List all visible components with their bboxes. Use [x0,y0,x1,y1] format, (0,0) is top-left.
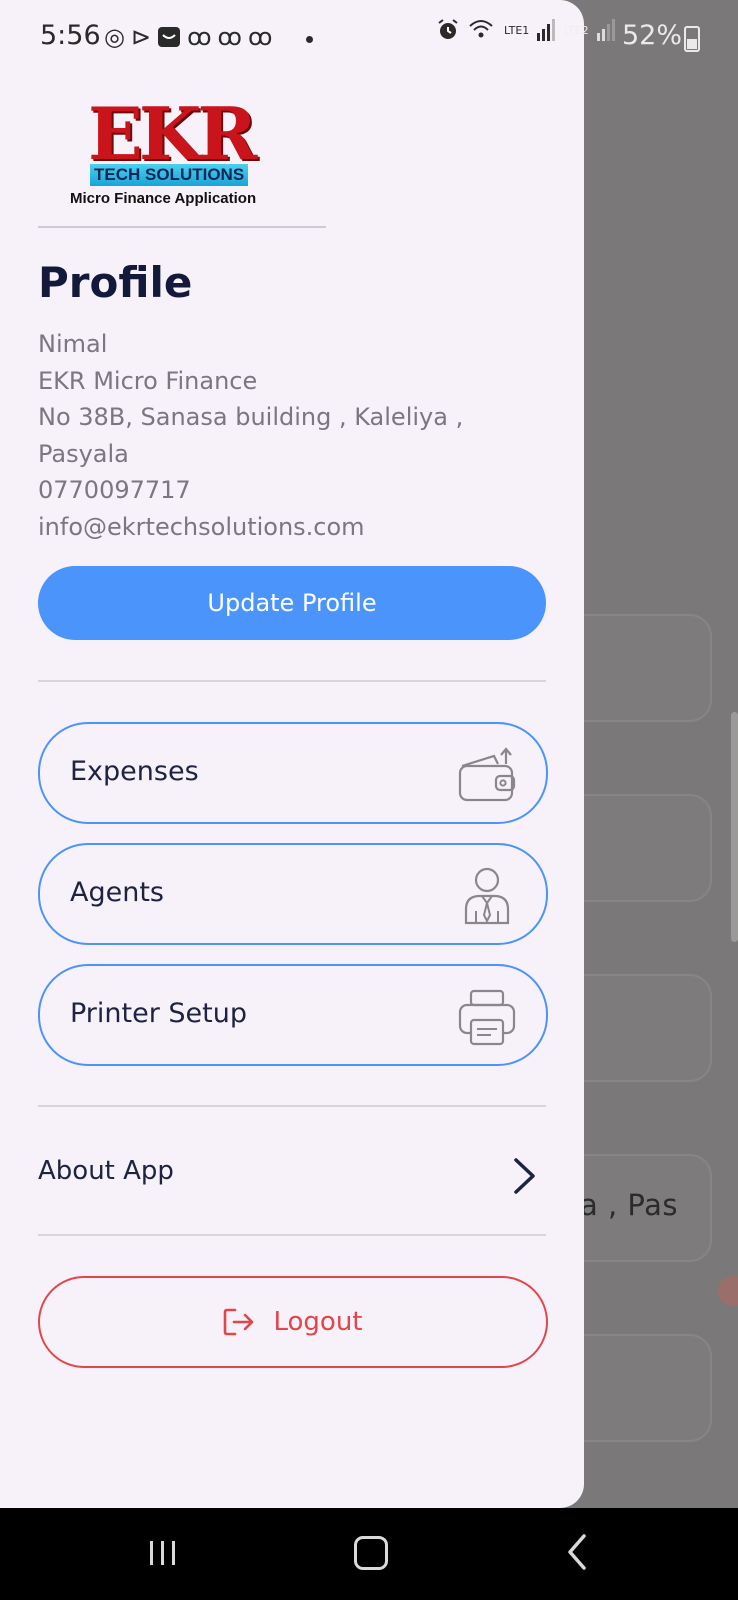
agent-icon [464,867,510,925]
profile-email: info@ekrtechsolutions.com [38,512,365,541]
app-logo: EKR TECH SOLUTIONS Micro Finance Applica… [66,94,286,212]
signal-lte2-icon: LTE2 [563,25,588,36]
logo-divider [38,226,326,228]
logout-icon [224,1308,254,1336]
menu-item-label: Printer Setup [70,998,247,1029]
about-app-item[interactable]: About App [38,1150,546,1210]
profile-address-line1: No 38B, Sanasa building , Kaleliya , [38,403,464,431]
more-notifications-dot [306,36,313,43]
profile-phone: 0770097717 [38,476,191,504]
profile-title: Profile [38,258,193,307]
about-app-label: About App [38,1156,174,1186]
profile-address-line2: Pasyala [38,439,129,468]
logout-button[interactable]: Logout [38,1276,548,1368]
divider [38,1105,546,1107]
profile-details: Nimal EKR Micro Finance No 38B, Sanasa b… [38,326,538,545]
lte1-label: LTE1 [504,23,530,37]
signal-bars-icon [596,19,615,41]
sms-icon [158,27,181,47]
navigation-drawer: EKR TECH SOLUTIONS Micro Finance Applica… [0,0,584,1508]
background-scrollbar [731,712,738,942]
logout-label: Logout [273,1307,363,1337]
status-bar: 5:56 ◎ ⊳ ꝏ ꝏ ꝏ LTE1 LTE2 52% [0,0,738,76]
lte2-label: LTE2 [563,23,589,37]
wifi-icon [469,20,493,38]
battery-percent: 52% [622,20,683,51]
link-icon: ꝏ [187,23,212,51]
wallet-icon [458,747,516,802]
logo-subtitle: Micro Finance Application [70,190,257,207]
chevron-right-icon [514,1158,535,1194]
signal-bars-icon [537,19,556,41]
menu-item-agents[interactable]: Agents [38,843,548,945]
profile-name: Nimal [38,330,108,358]
whatsapp-icon: ◎ [104,23,125,51]
status-time: 5:56 [40,20,101,51]
menu-item-printer-setup[interactable]: Printer Setup [38,964,548,1066]
update-profile-button[interactable]: Update Profile [38,566,546,640]
home-icon[interactable] [354,1536,388,1570]
menu-item-label: Agents [70,877,164,908]
divider [38,1234,546,1236]
divider [38,680,546,682]
notification-icons: ◎ ⊳ ꝏ ꝏ ꝏ [104,22,272,52]
background-partial-text: a , Pas [580,1188,678,1222]
link-icon: ꝏ [217,23,242,51]
recents-icon[interactable] [148,1538,178,1568]
alarm-icon [438,19,458,39]
system-icons: LTE1 LTE2 [436,18,615,42]
play-icon: ⊳ [130,23,152,51]
signal-lte1-icon: LTE1 [504,25,529,36]
battery-icon [684,26,700,52]
menu-item-expenses[interactable]: Expenses [38,722,548,824]
background-fab [718,1276,738,1306]
system-nav-bar [0,1508,738,1600]
back-icon[interactable] [566,1532,588,1572]
menu-item-label: Expenses [70,756,199,787]
link-icon: ꝏ [247,23,273,51]
profile-company: EKR Micro Finance [38,366,258,395]
logo-tagline: TECH SOLUTIONS [90,164,249,186]
logo-brand: EKR [88,91,257,176]
printer-icon [458,989,516,1046]
